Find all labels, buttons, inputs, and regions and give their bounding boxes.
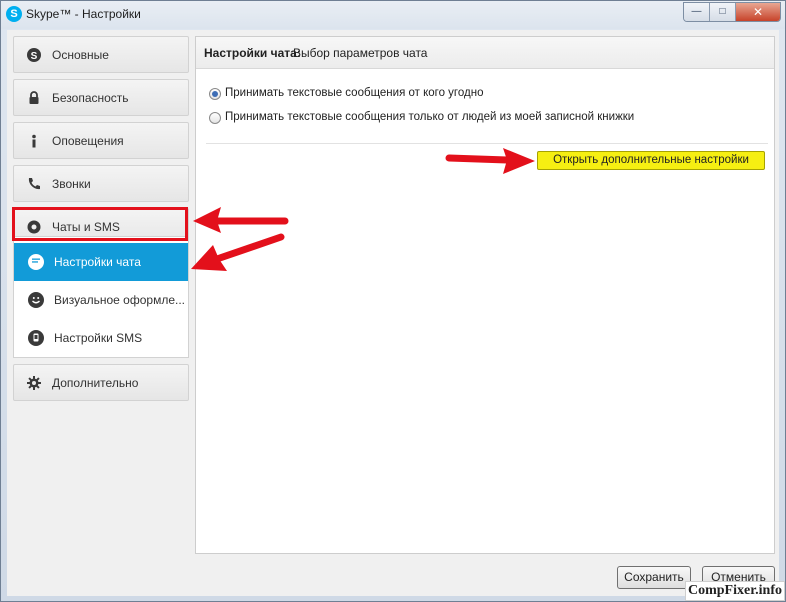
annotation-arrow-icon bbox=[191, 233, 285, 271]
sidebar-subitem-visual[interactable]: Визуальное оформле... bbox=[14, 281, 188, 319]
sidebar-subitem-chat-settings[interactable]: Настройки чата bbox=[14, 243, 188, 281]
sidebar-subitem-label: Визуальное оформле... bbox=[54, 293, 185, 307]
annotation-arrow-icon bbox=[445, 148, 535, 174]
settings-content-panel: Настройки чата: Выбор параметров чата Пр… bbox=[195, 36, 775, 554]
gear-icon bbox=[26, 375, 42, 391]
sidebar-item-general[interactable]: S Основные bbox=[13, 36, 189, 73]
window-controls: — □ ✕ bbox=[683, 2, 781, 22]
sidebar-item-label: Дополнительно bbox=[52, 376, 139, 390]
sidebar-item-calls[interactable]: Звонки bbox=[13, 165, 189, 202]
phone-icon bbox=[26, 176, 42, 192]
divider bbox=[206, 143, 768, 144]
open-advanced-settings-button[interactable]: Открыть дополнительные настройки bbox=[537, 151, 765, 170]
content-header: Настройки чата: Выбор параметров чата bbox=[196, 37, 774, 69]
info-icon bbox=[26, 133, 42, 149]
svg-text:S: S bbox=[31, 51, 38, 62]
sidebar-subitem-label: Настройки SMS bbox=[54, 331, 143, 345]
chat-subitems-panel: Настройки чата Визуальное оформле... Нас… bbox=[13, 236, 189, 358]
radio-label: Принимать текстовые сообщения только от … bbox=[225, 111, 635, 123]
page-subtitle: Выбор параметров чата bbox=[293, 46, 428, 60]
radio-label: Принимать текстовые сообщения от кого уг… bbox=[225, 87, 484, 99]
sidebar-item-notifications[interactable]: Оповещения bbox=[13, 122, 189, 159]
lock-icon bbox=[26, 90, 42, 106]
settings-window: S Skype™ - Настройки — □ ✕ S Основные Бе… bbox=[0, 0, 786, 602]
sidebar-subitem-sms[interactable]: Настройки SMS bbox=[14, 319, 188, 357]
sidebar-item-label: Оповещения bbox=[52, 134, 124, 148]
save-button[interactable]: Сохранить bbox=[617, 566, 691, 589]
smiley-icon bbox=[28, 292, 44, 308]
minimize-button[interactable]: — bbox=[684, 3, 710, 21]
window-title: Skype™ - Настройки bbox=[26, 7, 141, 21]
radio-button-checked[interactable] bbox=[209, 88, 221, 100]
sidebar-item-label: Основные bbox=[52, 48, 109, 62]
maximize-button[interactable]: □ bbox=[710, 3, 736, 21]
close-button[interactable]: ✕ bbox=[736, 3, 780, 21]
title-bar[interactable]: S Skype™ - Настройки — □ ✕ bbox=[1, 1, 785, 29]
sidebar-item-label: Звонки bbox=[52, 177, 91, 191]
sidebar-item-label: Безопасность bbox=[52, 91, 129, 105]
radio-button[interactable] bbox=[209, 112, 221, 124]
sidebar-item-advanced[interactable]: Дополнительно bbox=[13, 364, 189, 401]
annotation-highlight-box bbox=[12, 207, 188, 241]
window-client-area: S Основные Безопасность Оповещения Звонк… bbox=[7, 30, 779, 596]
skype-icon: S bbox=[26, 47, 42, 63]
annotation-arrow-icon bbox=[193, 207, 289, 233]
watermark-text: CompFixer.info bbox=[685, 581, 785, 601]
page-title: Настройки чата: bbox=[204, 46, 301, 60]
sidebar-item-security[interactable]: Безопасность bbox=[13, 79, 189, 116]
skype-app-icon: S bbox=[6, 6, 22, 22]
chat-bubble-icon bbox=[28, 254, 44, 270]
sms-icon bbox=[28, 330, 44, 346]
sidebar-subitem-label: Настройки чата bbox=[54, 255, 141, 269]
